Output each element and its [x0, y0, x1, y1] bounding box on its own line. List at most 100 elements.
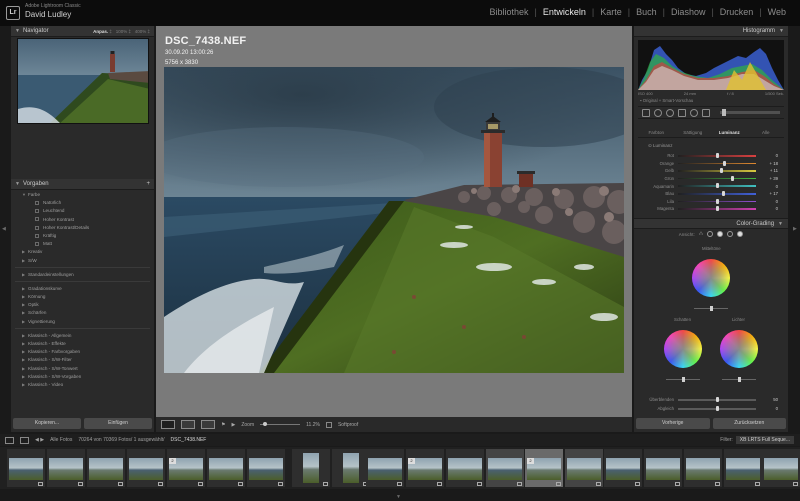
module-buch[interactable]: Buch: [630, 7, 663, 17]
copy-settings-button[interactable]: Kopieren...: [13, 418, 81, 429]
right-panel-toggle-icon[interactable]: ▶: [793, 226, 797, 232]
stack-count-badge[interactable]: 2: [169, 458, 176, 464]
shadows-view-icon[interactable]: [707, 231, 714, 237]
stack-count-badge[interactable]: 2: [527, 458, 534, 464]
before-after-view-icon[interactable]: [201, 420, 215, 429]
preset-group[interactable]: ▶ Klassisch - Farbvorgaben: [11, 348, 154, 356]
filmstrip-thumbnail[interactable]: [247, 449, 285, 487]
luminance-slider-value[interactable]: + 17: [756, 191, 778, 196]
preset-item[interactable]: Matt: [11, 240, 154, 248]
filmstrip-thumbnail[interactable]: [332, 449, 370, 487]
range-mask-slider[interactable]: [720, 109, 780, 116]
midtones-view-icon[interactable]: [717, 231, 724, 237]
midtones-color-wheel[interactable]: [692, 259, 730, 297]
color-grading-header[interactable]: Color-Grading ▼: [634, 218, 788, 229]
luminance-slider-handle[interactable]: [715, 206, 719, 212]
luminance-slider-handle[interactable]: [730, 175, 734, 181]
tab-saturation[interactable]: Sättigung: [675, 128, 712, 137]
luminance-slider[interactable]: [678, 153, 756, 159]
preset-item[interactable]: Kräftig: [11, 232, 154, 240]
grid-view-icon[interactable]: [20, 436, 29, 444]
zoom-100-option[interactable]: 100%: [116, 29, 128, 34]
filmstrip-thumbnail[interactable]: [7, 449, 45, 487]
preset-item[interactable]: Hoher Kontrast/Details: [11, 224, 154, 232]
shadows-luminance-handle[interactable]: [682, 377, 685, 382]
filmstrip-thumbnail[interactable]: [724, 449, 762, 487]
luminance-slider[interactable]: [678, 191, 756, 197]
flag-icon[interactable]: ⚑: [221, 422, 225, 428]
left-panel-toggle-icon[interactable]: ◀: [2, 226, 6, 232]
filmstrip-thumbnail[interactable]: 2: [167, 449, 205, 487]
spot-removal-icon[interactable]: [654, 108, 662, 117]
luminance-slider[interactable]: [678, 198, 756, 204]
preset-group[interactable]: ▶ Gradationskurve: [11, 285, 154, 293]
balance-handle[interactable]: [716, 406, 719, 412]
filmstrip-thumbnail[interactable]: 2: [525, 449, 563, 487]
histogram-graph[interactable]: [638, 40, 784, 90]
filmstrip-thumbnail[interactable]: [644, 449, 682, 487]
blending-handle[interactable]: [716, 397, 719, 403]
tab-hue[interactable]: Farbton: [638, 128, 675, 137]
preset-group[interactable]: ▶ Körnung: [11, 293, 154, 301]
compare-view-icon[interactable]: [181, 420, 195, 429]
navigator-header[interactable]: ▼ Navigator Anpas. ‡ 100% ‡ 400% ‡: [11, 26, 154, 37]
zoom-fit-option[interactable]: Anpas.: [93, 29, 108, 34]
filmstrip-thumbnail[interactable]: [292, 449, 330, 487]
highlights-color-wheel[interactable]: [720, 330, 758, 368]
tab-luminance[interactable]: Luminanz: [711, 128, 748, 137]
radial-filter-icon[interactable]: [690, 108, 698, 117]
three-way-view-icon[interactable]: ⁂: [699, 231, 704, 237]
preset-group[interactable]: ▶ Klassisch - Allgemein: [11, 332, 154, 340]
shadows-color-wheel[interactable]: [664, 330, 702, 368]
zoom-slider[interactable]: [260, 422, 301, 426]
luminance-slider[interactable]: [678, 175, 756, 181]
preset-item[interactable]: Hoher Kontrast: [11, 216, 154, 224]
preset-item[interactable]: Natürlich: [11, 199, 154, 207]
preset-item[interactable]: Leuchtend: [11, 207, 154, 215]
filmstrip-thumbnail[interactable]: [684, 449, 722, 487]
module-drucken[interactable]: Drucken: [714, 7, 760, 17]
preset-group[interactable]: ▶ Klassisch - S/W-Vorgaben: [11, 373, 154, 381]
add-preset-icon[interactable]: +: [146, 181, 150, 187]
back-arrow-icon[interactable]: ◀ ▶: [35, 437, 44, 443]
filmstrip-thumbnail[interactable]: [762, 449, 800, 487]
paste-settings-button[interactable]: Einfügen: [84, 418, 152, 429]
graduated-filter-icon[interactable]: [678, 108, 686, 117]
histogram-header[interactable]: Histogramm ▼: [634, 26, 788, 37]
module-diashow[interactable]: Diashow: [665, 7, 712, 17]
filter-select[interactable]: XB LRTS Full Seque...: [735, 436, 794, 444]
preset-group[interactable]: ▶ Klassisch - Video: [11, 381, 154, 389]
luminance-slider-handle[interactable]: [722, 191, 726, 197]
loupe-view-icon[interactable]: [161, 420, 175, 429]
filmstrip-thumbnail[interactable]: [127, 449, 165, 487]
highlights-view-icon[interactable]: [727, 231, 734, 237]
preset-group[interactable]: ▶ Klassisch - S/W-Tonwert: [11, 365, 154, 373]
luminance-slider-handle[interactable]: [715, 198, 719, 204]
luminance-slider[interactable]: [678, 206, 756, 212]
filmstrip-thumbnail[interactable]: [87, 449, 125, 487]
highlights-luminance-handle[interactable]: [738, 377, 741, 382]
shadows-luminance-slider[interactable]: [666, 377, 700, 382]
stack-count-badge[interactable]: 2: [408, 458, 415, 464]
preset-group[interactable]: ▶ Vignettierung: [11, 318, 154, 326]
filmstrip-source[interactable]: Alle Fotos: [50, 437, 72, 443]
luminance-slider-value[interactable]: 0: [756, 199, 778, 204]
zoom-400-option[interactable]: 400%: [135, 29, 147, 34]
blending-value[interactable]: 50: [756, 397, 778, 402]
photo-canvas[interactable]: [164, 67, 624, 373]
module-karte[interactable]: Karte: [594, 7, 628, 17]
tab-all[interactable]: Alle: [748, 128, 785, 137]
preset-group[interactable]: ▶ Standardeinstellungen: [11, 271, 154, 279]
global-view-icon[interactable]: [737, 231, 744, 237]
navigator-preview[interactable]: [17, 38, 149, 124]
filmstrip-selected-file[interactable]: DSC_7438.NEF: [171, 437, 207, 443]
filmstrip-thumbnail[interactable]: [366, 449, 404, 487]
bottom-panel-toggle-icon[interactable]: ▼: [396, 494, 401, 500]
filmstrip-thumbnail[interactable]: [207, 449, 245, 487]
presets-header[interactable]: ▼ Vorgaben +: [11, 179, 154, 190]
preset-group[interactable]: ▶ Klassisch - S/W-Filter: [11, 356, 154, 364]
luminance-slider-handle[interactable]: [715, 153, 719, 159]
filmstrip-thumbnail[interactable]: [47, 449, 85, 487]
luminance-slider-handle[interactable]: [722, 160, 726, 166]
crop-tool-icon[interactable]: [642, 108, 650, 117]
